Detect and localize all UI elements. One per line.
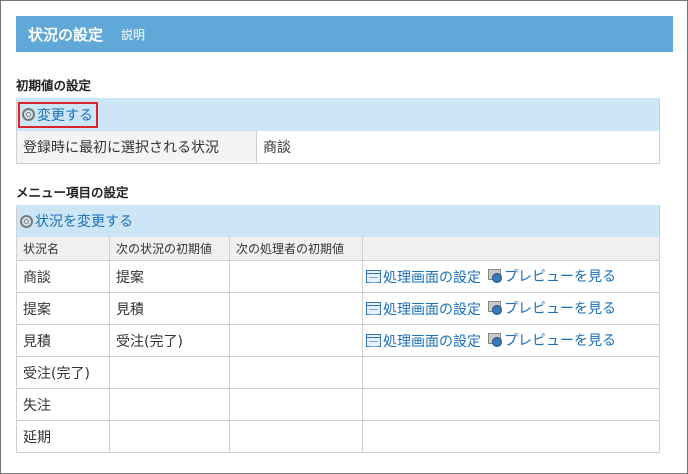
form-settings-link[interactable]: 処理画面の設定 bbox=[383, 267, 481, 287]
settings-panel: 状況の設定 説明 初期値の設定 変更する 登録時に最初に選択される状況 商談 メ… bbox=[0, 0, 688, 474]
next-status bbox=[109, 420, 230, 453]
preview-icon bbox=[487, 332, 502, 348]
form-icon bbox=[366, 334, 381, 348]
preview-button[interactable]: プレビューを見る bbox=[487, 330, 616, 350]
preview-button[interactable]: プレビューを見る bbox=[487, 266, 616, 286]
preview-link[interactable]: プレビューを見る bbox=[504, 298, 616, 318]
table-row: 商談 提案 処理画面の設定 プレビューを見る bbox=[16, 260, 660, 293]
initial-value: 商談 bbox=[256, 130, 660, 164]
next-status bbox=[109, 388, 230, 421]
preview-link[interactable]: プレビューを見る bbox=[504, 266, 616, 286]
table-row: 見積 受注(完了) 処理画面の設定 プレビューを見る bbox=[16, 324, 660, 357]
next-handler bbox=[229, 292, 363, 325]
form-settings-button[interactable]: 処理画面の設定 bbox=[366, 299, 481, 319]
column-header-status: 状況名 bbox=[16, 236, 110, 261]
column-header-next-handler: 次の処理者の初期値 bbox=[229, 236, 363, 261]
gear-icon bbox=[22, 108, 35, 121]
table-row: 失注 bbox=[16, 388, 660, 421]
initial-label: 登録時に最初に選択される状況 bbox=[16, 130, 257, 164]
column-header-next-status: 次の状況の初期値 bbox=[109, 236, 230, 261]
change-initial-button[interactable]: 変更する bbox=[18, 101, 98, 128]
page-title: 状況の設定 bbox=[28, 25, 104, 44]
preview-icon bbox=[487, 268, 502, 284]
next-status: 受注(完了) bbox=[109, 324, 230, 357]
form-settings-button[interactable]: 処理画面の設定 bbox=[366, 267, 481, 287]
next-status: 提案 bbox=[109, 260, 230, 293]
row-actions bbox=[362, 356, 660, 389]
help-link[interactable]: 説明 bbox=[121, 26, 145, 43]
page-header: 状況の設定 説明 bbox=[16, 16, 673, 52]
preview-button[interactable]: プレビューを見る bbox=[487, 298, 616, 318]
preview-icon bbox=[487, 300, 502, 316]
status-name: 見積 bbox=[16, 324, 110, 357]
menu-table: 状況を変更する 状況名 次の状況の初期値 次の処理者の初期値 商談 提案 処理画… bbox=[16, 205, 660, 453]
status-name: 商談 bbox=[16, 260, 110, 293]
next-handler bbox=[229, 420, 363, 453]
initial-table: 変更する 登録時に最初に選択される状況 商談 bbox=[16, 98, 660, 164]
status-name: 提案 bbox=[16, 292, 110, 325]
next-handler bbox=[229, 356, 363, 389]
status-name: 延期 bbox=[16, 420, 110, 453]
status-name: 失注 bbox=[16, 388, 110, 421]
form-icon bbox=[366, 270, 381, 284]
change-initial-link[interactable]: 変更する bbox=[37, 105, 93, 125]
row-actions bbox=[362, 420, 660, 453]
next-status: 見積 bbox=[109, 292, 230, 325]
initial-section-title: 初期値の設定 bbox=[16, 78, 92, 93]
table-row: 延期 bbox=[16, 420, 660, 453]
form-settings-link[interactable]: 処理画面の設定 bbox=[383, 331, 481, 351]
form-settings-button[interactable]: 処理画面の設定 bbox=[366, 331, 481, 351]
gear-icon bbox=[20, 215, 33, 228]
next-handler bbox=[229, 260, 363, 293]
column-header-actions bbox=[362, 236, 660, 261]
form-settings-link[interactable]: 処理画面の設定 bbox=[383, 299, 481, 319]
next-handler bbox=[229, 388, 363, 421]
preview-link[interactable]: プレビューを見る bbox=[504, 330, 616, 350]
status-name: 受注(完了) bbox=[16, 356, 110, 389]
next-handler bbox=[229, 324, 363, 357]
form-icon bbox=[366, 302, 381, 316]
change-status-link[interactable]: 状況を変更する bbox=[35, 214, 133, 230]
row-actions bbox=[362, 388, 660, 421]
menu-section-title: メニュー項目の設定 bbox=[16, 185, 129, 200]
next-status bbox=[109, 356, 230, 389]
table-row: 提案 見積 処理画面の設定 プレビューを見る bbox=[16, 292, 660, 325]
table-row: 受注(完了) bbox=[16, 356, 660, 389]
